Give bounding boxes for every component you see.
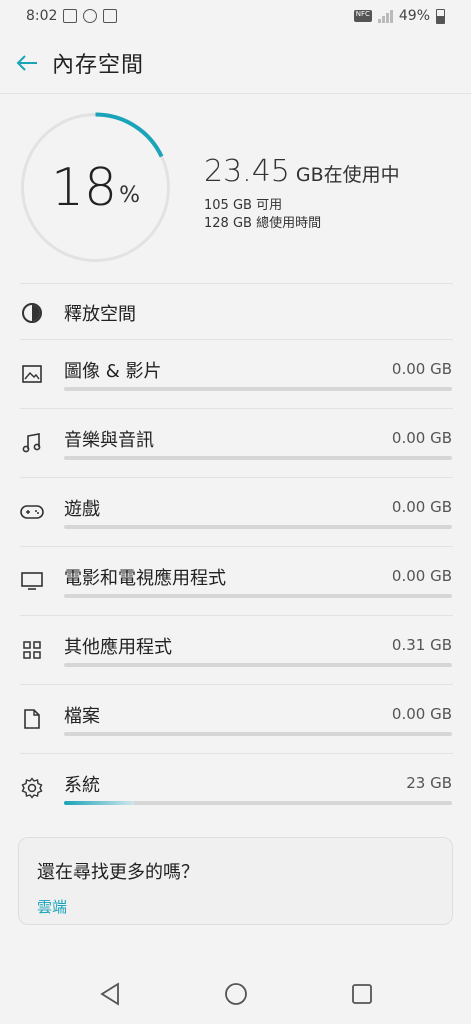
category-bar (64, 663, 452, 667)
status-left: 8:02 (26, 8, 118, 24)
free-space-icon (22, 303, 42, 323)
category-label: 其他應用程式 (64, 637, 172, 658)
category-row-movies[interactable]: 電影和電視應用程式 0.00 GB (0, 547, 471, 616)
free-space-label: 釋放空間 (64, 304, 136, 325)
battery-icon (436, 8, 445, 24)
music-icon (20, 431, 44, 455)
nav-home-button[interactable] (223, 981, 249, 1007)
used-line: 23.45 GB在使用中 (204, 154, 400, 189)
category-size: 0.00 GB (391, 567, 452, 585)
back-arrow-icon (16, 54, 37, 71)
image-icon (20, 362, 44, 386)
used-label: GB在使用中 (295, 164, 400, 186)
no-sim-icon (103, 9, 118, 23)
nav-recents-button[interactable] (349, 981, 375, 1007)
category-label: 遊戲 (64, 499, 100, 520)
app-bar: 內存空間 (0, 32, 471, 94)
free-space-row[interactable]: 釋放空間 (0, 288, 471, 338)
card-title: 還在尋找更多的嗎？ (37, 862, 199, 883)
category-bar (64, 456, 452, 460)
file-icon (20, 707, 44, 731)
tv-icon (20, 569, 44, 593)
category-label: 音樂與音訊 (64, 430, 154, 451)
category-bar (64, 801, 452, 805)
status-right: NFC 49% (353, 8, 445, 24)
category-size: 0.00 GB (391, 360, 452, 378)
category-row-system[interactable]: 系統 23 GB (0, 754, 471, 823)
divider (20, 283, 453, 284)
gallery-notification-icon (63, 9, 78, 23)
nfc-icon: NFC (353, 10, 372, 22)
total-space: 128 GB 總使用時間 (204, 216, 322, 231)
category-row-images[interactable]: 圖像 & 影片 0.00 GB (0, 340, 471, 409)
gear-icon (20, 776, 44, 800)
signal-icon (377, 9, 393, 23)
nav-back-button[interactable] (97, 981, 123, 1007)
circle-home-icon (224, 983, 247, 1005)
category-label: 電影和電視應用程式 (64, 568, 226, 589)
available-space: 105 GB 可用 (204, 198, 283, 213)
usage-percent-unit: % (119, 183, 141, 208)
battery-percent: 49% (398, 8, 430, 24)
category-row-music[interactable]: 音樂與音訊 0.00 GB (0, 409, 471, 478)
category-size: 0.00 GB (391, 705, 452, 723)
category-bar (64, 594, 452, 598)
category-row-other-apps[interactable]: 其他應用程式 0.31 GB (0, 616, 471, 685)
category-row-games[interactable]: 遊戲 0.00 GB (0, 478, 471, 547)
category-bar (64, 387, 452, 391)
used-amount: 23.45 (204, 154, 290, 189)
category-bar (64, 525, 452, 529)
status-bar: 8:02 NFC 49% (0, 0, 471, 32)
usage-percent: 18 % (18, 110, 173, 265)
apps-grid-icon (20, 638, 44, 662)
category-size: 23 GB (406, 774, 452, 792)
usage-percent-value: 18 (50, 157, 118, 218)
status-time: 8:02 (26, 8, 58, 24)
category-bar-fill (64, 801, 134, 805)
navigation-bar (0, 964, 471, 1024)
page-title: 內存空間 (52, 52, 145, 78)
category-label: 檔案 (64, 706, 100, 727)
cloud-link[interactable]: 雲端 (37, 896, 67, 917)
category-label: 圖像 & 影片 (64, 361, 162, 382)
triangle-back-icon (99, 982, 119, 1006)
category-bar (64, 732, 452, 736)
back-button[interactable] (12, 48, 42, 78)
category-size: 0.31 GB (391, 636, 452, 654)
category-size: 0.00 GB (391, 429, 452, 447)
square-recents-icon (351, 984, 372, 1004)
eye-notification-icon (83, 9, 98, 23)
category-size: 0.00 GB (391, 498, 452, 516)
more-options-card: 還在尋找更多的嗎？ 雲端 (18, 837, 453, 925)
storage-summary: 18 % 23.45 GB在使用中 105 GB 可用 128 GB 總使用時間 (18, 110, 458, 270)
category-label: 系統 (64, 775, 100, 796)
gamepad-icon (20, 500, 44, 524)
category-row-files[interactable]: 檔案 0.00 GB (0, 685, 471, 754)
